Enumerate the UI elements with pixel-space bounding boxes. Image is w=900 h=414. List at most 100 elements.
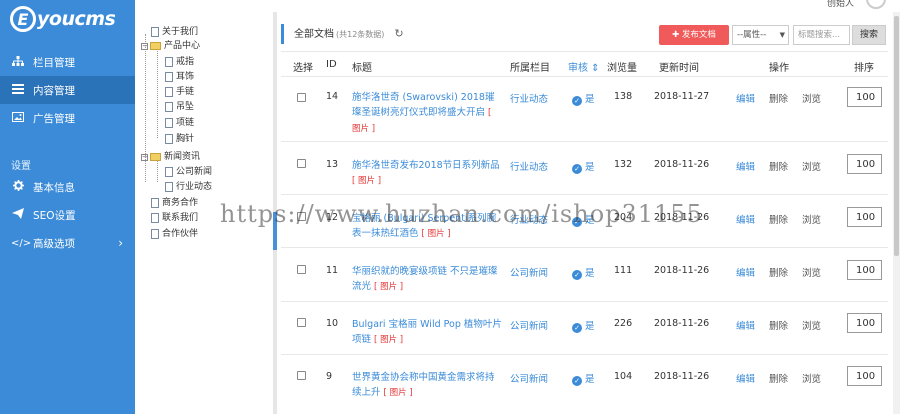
delete-link[interactable]: 删除: [769, 318, 788, 332]
view-link[interactable]: 浏览: [802, 159, 821, 173]
row-column[interactable]: 行业动态: [510, 91, 548, 105]
row-title[interactable]: 施华洛世奇 (Swarovski) 2018璀璨圣诞树亮灯仪式即将盛大开启 [ …: [352, 90, 502, 137]
review-status[interactable]: ✓ 是: [572, 318, 595, 333]
nav-content-management[interactable]: 内容管理: [0, 76, 135, 104]
tree-node-rings[interactable]: 戒指: [165, 56, 194, 68]
logo[interactable]: E youcms: [10, 4, 116, 34]
sort-order-input[interactable]: [847, 87, 882, 107]
header-views: 浏览量: [607, 63, 637, 74]
view-link[interactable]: 浏览: [802, 91, 821, 105]
splitter-grip[interactable]: [273, 212, 277, 250]
view-link[interactable]: 浏览: [802, 371, 821, 385]
add-document-button[interactable]: ✚ 发布文档: [659, 25, 729, 45]
delete-link[interactable]: 删除: [769, 371, 788, 385]
review-status[interactable]: ✓ 是: [572, 265, 595, 280]
document-icon: [151, 213, 159, 223]
row-column[interactable]: 行业动态: [510, 159, 548, 173]
row-checkbox[interactable]: [297, 93, 306, 102]
nav-advanced-options[interactable]: </> 高级选项 ›: [0, 229, 135, 257]
row-title[interactable]: 施华洛世奇发布2018节日系列新品 [ 图片 ]: [352, 158, 502, 189]
delete-link[interactable]: 删除: [769, 265, 788, 279]
row-checkbox[interactable]: [297, 371, 306, 380]
header-sort: 排序: [854, 63, 874, 74]
delete-link[interactable]: 删除: [769, 91, 788, 105]
header-review[interactable]: 审核 ⇕: [568, 59, 600, 74]
sidebar: E youcms 栏目管理 内容管理 广告管理 设置 基本信息 SEO设置 </…: [0, 0, 135, 414]
tree-node-about[interactable]: 关于我们: [151, 26, 198, 38]
row-checkbox[interactable]: [297, 265, 306, 274]
avatar[interactable]: [866, 0, 886, 9]
tree-splitter[interactable]: [273, 12, 277, 414]
sort-order-input[interactable]: [847, 207, 882, 227]
delete-link[interactable]: 删除: [769, 159, 788, 173]
tree-node-news[interactable]: − 新闻资讯: [141, 151, 200, 163]
tree-node-products[interactable]: − 产品中心: [141, 40, 200, 52]
row-checkbox[interactable]: [297, 212, 306, 221]
review-status[interactable]: ✓ 是: [572, 159, 595, 174]
sort-order-input[interactable]: [847, 154, 882, 174]
nav-ad-management[interactable]: 广告管理: [0, 104, 135, 132]
edit-link[interactable]: 编辑: [736, 318, 755, 332]
nav-basic-info[interactable]: 基本信息: [0, 173, 135, 201]
edit-link[interactable]: 编辑: [736, 91, 755, 105]
row-column[interactable]: 公司新闻: [510, 265, 548, 279]
tree-node-partners[interactable]: 合作伙伴: [151, 228, 198, 240]
row-title[interactable]: 华丽织就的晚宴级项链 不只是璀璨流光 [ 图片 ]: [352, 264, 502, 295]
tree-node-contact[interactable]: 联系我们: [151, 212, 198, 224]
title-search-input[interactable]: [793, 25, 850, 45]
tree-node-brooches[interactable]: 胸针: [165, 133, 194, 145]
tree-node-company-news[interactable]: 公司新闻: [165, 166, 212, 178]
scrollbar-thumb[interactable]: [894, 16, 899, 256]
tree-node-industry-news[interactable]: 行业动态: [165, 181, 212, 193]
row-views: 111: [614, 265, 633, 276]
paper-plane-icon: [11, 208, 25, 222]
nav-label: 广告管理: [33, 112, 75, 125]
row-checkbox[interactable]: [297, 159, 306, 168]
row-column[interactable]: 公司新闻: [510, 371, 548, 385]
edit-link[interactable]: 编辑: [736, 265, 755, 279]
sort-order-input[interactable]: [847, 260, 882, 280]
attribute-select[interactable]: --属性-- ▼: [732, 25, 789, 45]
sort-order-input[interactable]: [847, 366, 882, 386]
search-button[interactable]: 搜索: [852, 25, 886, 45]
row-views: 104: [614, 371, 633, 382]
nav-category-management[interactable]: 栏目管理: [0, 48, 135, 76]
view-link[interactable]: 浏览: [802, 265, 821, 279]
delete-link[interactable]: 删除: [769, 212, 788, 226]
edit-link[interactable]: 编辑: [736, 212, 755, 226]
review-status[interactable]: ✓ 是: [572, 212, 595, 227]
nav-label: 高级选项: [33, 237, 75, 250]
header-column: 所属栏目: [510, 63, 550, 74]
row-column[interactable]: 公司新闻: [510, 318, 548, 332]
row-date: 2018-11-26: [654, 159, 710, 170]
tree-node-pendants[interactable]: 吊坠: [165, 101, 194, 113]
tree-node-business[interactable]: 商务合作: [151, 197, 198, 209]
user-name[interactable]: 创始人: [827, 0, 854, 9]
row-title[interactable]: Bulgari 宝格丽 Wild Pop 植物叶片项链 [ 图片 ]: [352, 317, 502, 348]
collapse-icon[interactable]: −: [141, 42, 148, 50]
divider: [281, 51, 888, 52]
row-checkbox[interactable]: [297, 318, 306, 327]
folder-icon: [150, 153, 161, 161]
nav-seo-settings[interactable]: SEO设置: [0, 201, 135, 229]
tree-node-bracelets[interactable]: 手链: [165, 86, 194, 98]
view-link[interactable]: 浏览: [802, 212, 821, 226]
refresh-icon[interactable]: ↻: [394, 27, 403, 40]
row-column[interactable]: 行业动态: [510, 212, 548, 226]
logo-mark: E: [10, 6, 36, 32]
edit-link[interactable]: 编辑: [736, 371, 755, 385]
edit-link[interactable]: 编辑: [736, 159, 755, 173]
sort-order-input[interactable]: [847, 313, 882, 333]
view-link[interactable]: 浏览: [802, 318, 821, 332]
row-title[interactable]: 世界黄金协会称中国黄金需求将持续上升 [ 图片 ]: [352, 370, 502, 401]
vertical-scrollbar[interactable]: [893, 12, 900, 414]
row-views: 132: [614, 159, 633, 170]
collapse-icon[interactable]: −: [141, 153, 148, 161]
tree-node-necklaces[interactable]: 项链: [165, 117, 194, 129]
tree-node-earrings[interactable]: 耳饰: [165, 71, 194, 83]
review-status[interactable]: ✓ 是: [572, 371, 595, 386]
review-status[interactable]: ✓ 是: [572, 91, 595, 106]
row-title[interactable]: 宝格丽 (Bulgari) Serpenti系列腕表一抹热红酒色 [ 图片 ]: [352, 211, 502, 242]
image-tag: [ 图片 ]: [374, 335, 404, 345]
list-icon: [11, 83, 25, 97]
